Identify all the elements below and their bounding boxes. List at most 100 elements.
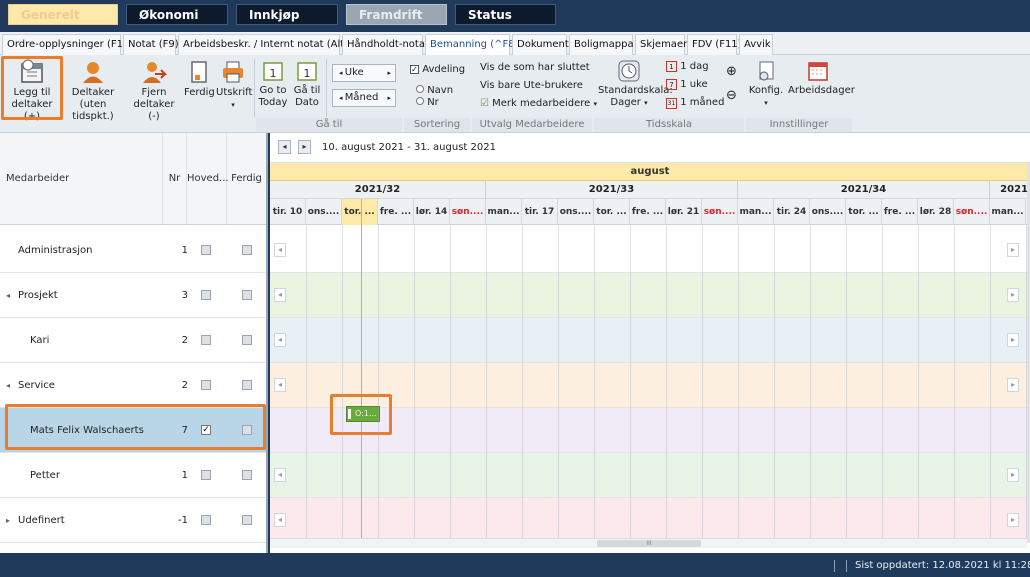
collapse-arrow-icon[interactable]: ◂ — [6, 273, 10, 318]
sort-nr-radio[interactable]: Nr — [416, 97, 439, 109]
tab-avvik[interactable]: Avvik — [739, 34, 773, 55]
mark-employees-button[interactable]: ☑ Merk medarbeidere ▾ — [480, 98, 597, 110]
remove-participant-button[interactable]: Fjern deltaker (-) — [128, 59, 180, 123]
gantt-row[interactable]: ◂ ▸ — [270, 228, 1030, 273]
row-done-checkbox[interactable] — [242, 515, 252, 525]
day-gridline — [810, 225, 811, 538]
gantt-row[interactable]: ◂ ▸ — [270, 273, 1030, 318]
day-header-cell: fre. ... — [882, 199, 918, 225]
zoom-out-icon[interactable]: ⊖ — [726, 89, 737, 102]
default-scale-label-2: Dager ▾ — [598, 97, 660, 109]
row-scroll-left-icon[interactable]: ◂ — [274, 243, 286, 257]
config-button[interactable]: Konfig. ▾ — [748, 59, 784, 109]
group-label-sorting: Sortering — [404, 118, 470, 132]
row-main-checkbox[interactable] — [201, 290, 211, 300]
goto-today-button[interactable]: 1 Go to Today — [258, 59, 288, 109]
module-framdrift[interactable]: Framdrift — [346, 4, 447, 25]
next-period-icon[interactable]: ▸ — [298, 140, 311, 154]
row-main-checkbox[interactable] — [201, 515, 211, 525]
show-finished-button[interactable]: Vis de som har sluttet — [480, 62, 590, 74]
goto-date-button[interactable]: 1 Gå til Dato — [292, 59, 322, 109]
gantt-row[interactable]: ◂ ▸ — [270, 498, 1030, 543]
row-scroll-left-icon[interactable]: ◂ — [274, 333, 286, 347]
row-scroll-right-icon[interactable]: ▸ — [1007, 333, 1019, 347]
chevron-down-icon: ▾ — [764, 99, 768, 107]
column-header-done[interactable]: Ferdig — [227, 133, 266, 225]
tab-arbeidsbeskrivelse[interactable]: Arbeidsbeskr. / Internt notat (Alt-F9) — [178, 34, 364, 55]
collapse-arrow-icon[interactable]: ◂ — [6, 363, 10, 408]
column-header-main[interactable]: Hoved... — [187, 133, 229, 225]
row-scroll-left-icon[interactable]: ◂ — [274, 468, 286, 482]
print-button[interactable]: Utskrift ▾ — [216, 59, 252, 111]
row-scroll-left-icon[interactable]: ◂ — [274, 288, 286, 302]
scale-one-week-button[interactable]: 7 1 uke — [666, 79, 708, 91]
tab-ordre-opplysninger[interactable]: Ordre-opplysninger (F12) — [2, 34, 133, 55]
row-done-checkbox[interactable] — [242, 245, 252, 255]
row-scroll-right-icon[interactable]: ▸ — [1007, 288, 1019, 302]
scroll-thumb[interactable]: III — [597, 540, 701, 547]
week-button[interactable]: ◂ Uke ▸ — [332, 64, 396, 82]
row-done-checkbox[interactable] — [242, 470, 252, 480]
horizontal-scrollbar[interactable]: III — [270, 538, 1027, 548]
scale-one-day-button[interactable]: 1 1 dag — [666, 61, 709, 73]
row-done-checkbox[interactable] — [242, 380, 252, 390]
date-range-bar: ◂ ▸ 10. august 2021 - 31. august 2021 — [270, 133, 1030, 163]
tab-skjemaer[interactable]: Skjemaer — [635, 34, 687, 55]
row-main-checkbox[interactable] — [201, 245, 211, 255]
month-arrow-right-icon: ▸ — [387, 94, 391, 102]
row-scroll-right-icon[interactable]: ▸ — [1007, 243, 1019, 257]
row-scroll-right-icon[interactable]: ▸ — [1007, 378, 1019, 392]
expand-arrow-icon[interactable]: ▸ — [6, 498, 10, 543]
grid-row-prosjekt[interactable]: ◂ Prosjekt 3 — [0, 273, 266, 318]
tab-notat[interactable]: Notat (F9) — [123, 34, 179, 55]
row-main-checkbox[interactable] — [201, 335, 211, 345]
module-okonomi[interactable]: Økonomi — [126, 4, 228, 25]
day-header: tir. 10 ons.... tor. ... fre. ... lør. 14 søn… — [270, 199, 1030, 225]
grid-row-udefinert[interactable]: ▸ Udefinert -1 — [0, 498, 266, 543]
gantt-row[interactable]: ◂ ▸ — [270, 453, 1030, 498]
gantt-row[interactable]: ◂ ▸ — [270, 318, 1030, 363]
day-gridline — [486, 225, 487, 538]
tab-boligmappa[interactable]: Boligmappa — [569, 34, 634, 55]
column-header-employee[interactable]: Medarbeider — [0, 133, 163, 225]
row-scroll-right-icon[interactable]: ▸ — [1007, 513, 1019, 527]
grid-row-service[interactable]: ◂ Service 2 — [0, 363, 266, 408]
row-done-checkbox[interactable] — [242, 290, 252, 300]
row-scroll-left-icon[interactable]: ◂ — [274, 378, 286, 392]
tab-handholdt-notat[interactable]: Håndholdt-notat — [342, 34, 429, 55]
week-33: 2021/33 — [486, 181, 738, 199]
module-innkjop[interactable]: Innkjøp — [236, 4, 338, 25]
day-header-cell: søn.... — [954, 199, 990, 225]
row-done-checkbox[interactable] — [242, 335, 252, 345]
day-header-cell: tir. 17 — [522, 199, 558, 225]
grid-row-kari[interactable]: Kari 2 — [0, 318, 266, 363]
tab-dokument[interactable]: Dokument — [512, 34, 569, 55]
module-status[interactable]: Status — [455, 4, 556, 25]
grid-row-petter[interactable]: Petter 1 — [0, 453, 266, 498]
month-header: august — [270, 163, 1030, 181]
scale-one-month-button[interactable]: 31 1 måned — [666, 97, 724, 109]
tab-bemanning[interactable]: Bemanning (^F8) — [425, 34, 519, 55]
module-generelt[interactable]: Generelt — [8, 4, 118, 25]
module-bar: Generelt Økonomi Innkjøp Framdrift Statu… — [0, 0, 1030, 32]
column-header-nr[interactable]: Nr — [163, 133, 187, 225]
week-35: 2021 — [1000, 184, 1028, 195]
printer-icon — [223, 61, 243, 83]
prev-period-icon[interactable]: ◂ — [278, 140, 291, 154]
month-button[interactable]: ◂ Måned ▸ — [332, 89, 396, 107]
svg-text:1: 1 — [270, 67, 277, 80]
row-scroll-right-icon[interactable]: ▸ — [1007, 468, 1019, 482]
default-scale-button[interactable]: Standardskala: Dager ▾ — [598, 59, 673, 109]
zoom-in-icon[interactable]: ⊕ — [726, 65, 737, 78]
show-field-only-button[interactable]: Vis bare Ute-brukere — [480, 80, 583, 92]
sort-name-radio[interactable]: Navn — [416, 85, 453, 97]
department-checkbox[interactable]: ✓ Avdeling — [410, 64, 465, 76]
participant-untimed-button[interactable]: Deltaker (uten tidspkt.) — [64, 59, 122, 123]
grid-row-administrasjon[interactable]: Administrasjon 1 — [0, 228, 266, 273]
row-main-checkbox[interactable] — [201, 380, 211, 390]
row-scroll-left-icon[interactable]: ◂ — [274, 513, 286, 527]
tab-fdv[interactable]: FDV (F11) — [687, 34, 742, 55]
row-main-checkbox[interactable] — [201, 470, 211, 480]
done-button[interactable]: Ferdig — [184, 59, 215, 99]
workdays-button[interactable]: Arbeidsdager — [788, 59, 855, 97]
